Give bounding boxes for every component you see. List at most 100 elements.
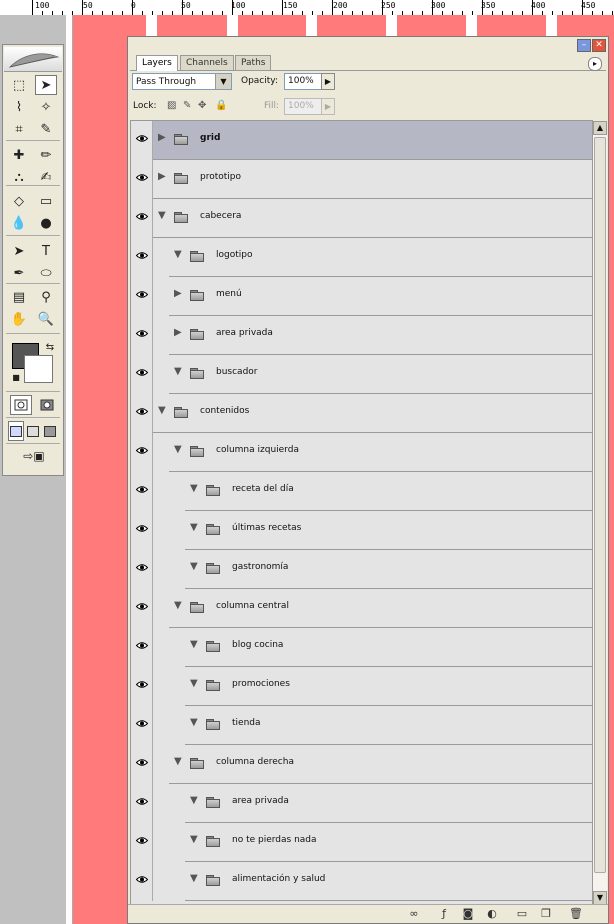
quick-mask-icon[interactable] xyxy=(36,395,58,415)
visibility-toggle[interactable] xyxy=(131,433,153,472)
visibility-toggle[interactable] xyxy=(131,394,153,433)
collapse-triangle-icon[interactable]: ▼ xyxy=(158,405,166,416)
slice-tool-icon[interactable]: ✎ xyxy=(35,119,57,139)
collapse-triangle-icon[interactable]: ▼ xyxy=(190,678,198,689)
swap-colors-icon[interactable]: ⇆ xyxy=(39,337,61,357)
layer-row[interactable]: ▼ alimentación y salud xyxy=(131,862,592,901)
visibility-toggle[interactable] xyxy=(131,199,153,238)
visibility-toggle[interactable] xyxy=(131,589,153,628)
eraser-tool-icon[interactable]: ◇ xyxy=(8,191,30,211)
eye-icon[interactable] xyxy=(135,134,149,142)
visibility-toggle[interactable] xyxy=(131,160,153,199)
eye-icon[interactable] xyxy=(135,446,149,454)
magic-wand-icon[interactable]: ✧ xyxy=(35,97,57,117)
fill-input[interactable]: 100% xyxy=(284,98,322,115)
collapse-triangle-icon[interactable]: ▼ xyxy=(190,795,198,806)
layer-row[interactable]: ▼ area privada xyxy=(131,784,592,823)
eye-icon[interactable] xyxy=(135,290,149,298)
expand-triangle-icon[interactable]: ▶ xyxy=(174,288,182,299)
lock-position-icon[interactable]: ✥ xyxy=(198,100,206,111)
tab-paths[interactable]: Paths xyxy=(235,55,272,70)
chevron-down-icon[interactable]: ▼ xyxy=(215,74,231,89)
scroll-up-icon[interactable]: ▲ xyxy=(593,121,607,135)
collapse-triangle-icon[interactable]: ▼ xyxy=(174,600,182,611)
healing-brush-icon[interactable]: ✚ xyxy=(8,145,30,165)
collapse-triangle-icon[interactable]: ▼ xyxy=(190,717,198,728)
visibility-toggle[interactable] xyxy=(131,316,153,355)
eye-icon[interactable] xyxy=(135,485,149,493)
lock-paint-icon[interactable]: ✎ xyxy=(183,100,191,111)
path-selection-icon[interactable]: ➤ xyxy=(8,241,30,261)
lock-transparency-icon[interactable]: ▨ xyxy=(167,100,176,111)
screen-mode-full-menu-icon[interactable] xyxy=(25,421,41,441)
blend-mode-select[interactable]: Pass Through ▼ xyxy=(132,73,232,90)
eye-icon[interactable] xyxy=(135,875,149,883)
layer-row[interactable]: ▼ columna central xyxy=(131,589,592,628)
close-icon[interactable]: ✕ xyxy=(592,39,606,52)
lasso-tool-icon[interactable]: ⌇ xyxy=(8,97,30,117)
feather-logo-icon[interactable] xyxy=(4,47,62,72)
eye-icon[interactable] xyxy=(135,797,149,805)
shape-tool-icon[interactable]: ⬭ xyxy=(35,263,57,283)
visibility-toggle[interactable] xyxy=(131,472,153,511)
layer-row[interactable]: ▼ promociones xyxy=(131,667,592,706)
collapse-triangle-icon[interactable]: ▼ xyxy=(190,561,198,572)
lock-all-icon[interactable]: 🔒 xyxy=(215,100,227,111)
marquee-tool-icon[interactable]: ⬚ xyxy=(8,75,30,95)
layer-row[interactable]: ▼ cabecera xyxy=(131,199,592,238)
notes-tool-icon[interactable]: ▤ xyxy=(8,287,30,307)
layer-row[interactable]: ▶ grid xyxy=(131,121,592,160)
expand-triangle-icon[interactable]: ▶ xyxy=(174,327,182,338)
fill-slider-arrow-icon[interactable]: ▶ xyxy=(321,98,335,115)
layer-row[interactable]: ▼ receta del día xyxy=(131,472,592,511)
collapse-triangle-icon[interactable]: ▼ xyxy=(190,834,198,845)
collapse-triangle-icon[interactable]: ▼ xyxy=(174,366,182,377)
tab-layers[interactable]: Layers xyxy=(136,55,178,71)
visibility-toggle[interactable] xyxy=(131,706,153,745)
visibility-toggle[interactable] xyxy=(131,277,153,316)
layer-row[interactable]: ▼ logotipo xyxy=(131,238,592,277)
collapse-triangle-icon[interactable]: ▼ xyxy=(190,522,198,533)
visibility-toggle[interactable] xyxy=(131,511,153,550)
layer-style-icon[interactable]: ƒ xyxy=(436,907,452,921)
layer-row[interactable]: ▼ últimas recetas xyxy=(131,511,592,550)
panel-titlebar[interactable]: – ✕ xyxy=(128,37,608,52)
layer-row[interactable]: ▼ blog cocina xyxy=(131,628,592,667)
jump-to-imageready-icon[interactable]: ⇨▣ xyxy=(11,446,57,466)
eye-icon[interactable] xyxy=(135,368,149,376)
opacity-input[interactable]: 100% xyxy=(284,73,322,90)
default-colors-icon[interactable]: ■ xyxy=(5,367,27,387)
tab-channels[interactable]: Channels xyxy=(180,55,234,70)
move-tool-icon[interactable]: ➤ xyxy=(35,75,57,95)
opacity-slider-arrow-icon[interactable]: ▶ xyxy=(321,73,335,90)
minimize-icon[interactable]: – xyxy=(577,39,591,52)
layer-row[interactable]: ▶ prototipo xyxy=(131,160,592,199)
screen-mode-full-icon[interactable] xyxy=(42,421,58,441)
eye-icon[interactable] xyxy=(135,212,149,220)
zoom-tool-icon[interactable]: 🔍 xyxy=(35,309,57,329)
collapse-triangle-icon[interactable]: ▼ xyxy=(174,249,182,260)
eye-icon[interactable] xyxy=(135,836,149,844)
eye-icon[interactable] xyxy=(135,173,149,181)
brush-tool-icon[interactable]: ✏ xyxy=(35,145,57,165)
blur-tool-icon[interactable]: 💧 xyxy=(8,213,30,233)
layer-row[interactable]: ▼ no te pierdas nada xyxy=(131,823,592,862)
new-group-icon[interactable]: ▭ xyxy=(514,907,530,921)
screen-mode-standard-icon[interactable] xyxy=(8,421,24,441)
eye-icon[interactable] xyxy=(135,719,149,727)
visibility-toggle[interactable] xyxy=(131,823,153,862)
eye-icon[interactable] xyxy=(135,524,149,532)
scroll-down-icon[interactable]: ▼ xyxy=(593,891,607,905)
visibility-toggle[interactable] xyxy=(131,238,153,277)
eye-icon[interactable] xyxy=(135,407,149,415)
visibility-toggle[interactable] xyxy=(131,862,153,901)
eye-icon[interactable] xyxy=(135,563,149,571)
new-layer-icon[interactable]: ❐ xyxy=(538,907,554,921)
type-tool-icon[interactable]: T xyxy=(35,241,57,261)
clone-stamp-icon[interactable]: ⛬ xyxy=(8,167,30,187)
hand-tool-icon[interactable]: ✋ xyxy=(8,309,30,329)
layer-row[interactable]: ▼ gastronomía xyxy=(131,550,592,589)
eye-icon[interactable] xyxy=(135,641,149,649)
delete-layer-icon[interactable]: 🗑 xyxy=(568,907,584,921)
collapse-triangle-icon[interactable]: ▼ xyxy=(174,756,182,767)
